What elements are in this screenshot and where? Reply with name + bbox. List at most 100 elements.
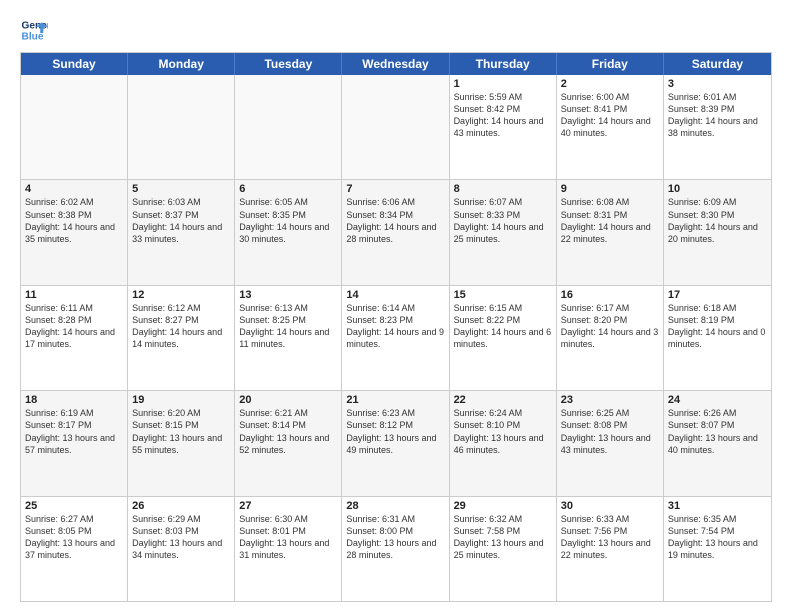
day-number: 27 xyxy=(239,500,337,512)
calendar-cell: 15 Sunrise: 6:15 AMSunset: 8:22 PMDaylig… xyxy=(450,286,557,390)
calendar-week-1: 1 Sunrise: 5:59 AMSunset: 8:42 PMDayligh… xyxy=(21,75,771,180)
cell-info: Sunrise: 6:27 AMSunset: 8:05 PMDaylight:… xyxy=(25,513,123,562)
calendar-cell: 3 Sunrise: 6:01 AMSunset: 8:39 PMDayligh… xyxy=(664,75,771,179)
calendar-cell: 6 Sunrise: 6:05 AMSunset: 8:35 PMDayligh… xyxy=(235,180,342,284)
calendar-cell: 18 Sunrise: 6:19 AMSunset: 8:17 PMDaylig… xyxy=(21,391,128,495)
calendar-cell: 25 Sunrise: 6:27 AMSunset: 8:05 PMDaylig… xyxy=(21,497,128,601)
day-number: 18 xyxy=(25,394,123,406)
calendar-week-3: 11 Sunrise: 6:11 AMSunset: 8:28 PMDaylig… xyxy=(21,286,771,391)
calendar-page: General Blue SundayMondayTuesdayWednesda… xyxy=(0,0,792,612)
header-day-tuesday: Tuesday xyxy=(235,53,342,75)
cell-info: Sunrise: 6:33 AMSunset: 7:56 PMDaylight:… xyxy=(561,513,659,562)
cell-info: Sunrise: 6:35 AMSunset: 7:54 PMDaylight:… xyxy=(668,513,767,562)
cell-info: Sunrise: 6:12 AMSunset: 8:27 PMDaylight:… xyxy=(132,302,230,351)
calendar-week-4: 18 Sunrise: 6:19 AMSunset: 8:17 PMDaylig… xyxy=(21,391,771,496)
day-number: 9 xyxy=(561,183,659,195)
calendar-cell: 30 Sunrise: 6:33 AMSunset: 7:56 PMDaylig… xyxy=(557,497,664,601)
calendar-cell: 16 Sunrise: 6:17 AMSunset: 8:20 PMDaylig… xyxy=(557,286,664,390)
calendar-cell xyxy=(235,75,342,179)
day-number: 15 xyxy=(454,289,552,301)
header: General Blue xyxy=(20,16,772,44)
calendar-cell: 7 Sunrise: 6:06 AMSunset: 8:34 PMDayligh… xyxy=(342,180,449,284)
day-number: 2 xyxy=(561,78,659,90)
calendar-cell: 10 Sunrise: 6:09 AMSunset: 8:30 PMDaylig… xyxy=(664,180,771,284)
day-number: 21 xyxy=(346,394,444,406)
cell-info: Sunrise: 6:17 AMSunset: 8:20 PMDaylight:… xyxy=(561,302,659,351)
calendar: SundayMondayTuesdayWednesdayThursdayFrid… xyxy=(20,52,772,602)
calendar-cell: 13 Sunrise: 6:13 AMSunset: 8:25 PMDaylig… xyxy=(235,286,342,390)
cell-info: Sunrise: 6:06 AMSunset: 8:34 PMDaylight:… xyxy=(346,196,444,245)
cell-info: Sunrise: 6:13 AMSunset: 8:25 PMDaylight:… xyxy=(239,302,337,351)
cell-info: Sunrise: 6:02 AMSunset: 8:38 PMDaylight:… xyxy=(25,196,123,245)
day-number: 7 xyxy=(346,183,444,195)
day-number: 26 xyxy=(132,500,230,512)
day-number: 1 xyxy=(454,78,552,90)
cell-info: Sunrise: 6:11 AMSunset: 8:28 PMDaylight:… xyxy=(25,302,123,351)
calendar-cell: 14 Sunrise: 6:14 AMSunset: 8:23 PMDaylig… xyxy=(342,286,449,390)
cell-info: Sunrise: 6:03 AMSunset: 8:37 PMDaylight:… xyxy=(132,196,230,245)
calendar-cell: 21 Sunrise: 6:23 AMSunset: 8:12 PMDaylig… xyxy=(342,391,449,495)
calendar-cell: 2 Sunrise: 6:00 AMSunset: 8:41 PMDayligh… xyxy=(557,75,664,179)
cell-info: Sunrise: 6:32 AMSunset: 7:58 PMDaylight:… xyxy=(454,513,552,562)
cell-info: Sunrise: 6:29 AMSunset: 8:03 PMDaylight:… xyxy=(132,513,230,562)
day-number: 31 xyxy=(668,500,767,512)
calendar-cell: 11 Sunrise: 6:11 AMSunset: 8:28 PMDaylig… xyxy=(21,286,128,390)
cell-info: Sunrise: 6:20 AMSunset: 8:15 PMDaylight:… xyxy=(132,407,230,456)
calendar-cell xyxy=(128,75,235,179)
calendar-cell: 19 Sunrise: 6:20 AMSunset: 8:15 PMDaylig… xyxy=(128,391,235,495)
calendar-cell xyxy=(21,75,128,179)
calendar-cell: 5 Sunrise: 6:03 AMSunset: 8:37 PMDayligh… xyxy=(128,180,235,284)
calendar-cell: 17 Sunrise: 6:18 AMSunset: 8:19 PMDaylig… xyxy=(664,286,771,390)
day-number: 4 xyxy=(25,183,123,195)
cell-info: Sunrise: 6:05 AMSunset: 8:35 PMDaylight:… xyxy=(239,196,337,245)
day-number: 14 xyxy=(346,289,444,301)
cell-info: Sunrise: 6:08 AMSunset: 8:31 PMDaylight:… xyxy=(561,196,659,245)
cell-info: Sunrise: 6:30 AMSunset: 8:01 PMDaylight:… xyxy=(239,513,337,562)
day-number: 5 xyxy=(132,183,230,195)
logo-icon: General Blue xyxy=(20,16,48,44)
cell-info: Sunrise: 6:19 AMSunset: 8:17 PMDaylight:… xyxy=(25,407,123,456)
day-number: 20 xyxy=(239,394,337,406)
day-number: 6 xyxy=(239,183,337,195)
calendar-cell: 4 Sunrise: 6:02 AMSunset: 8:38 PMDayligh… xyxy=(21,180,128,284)
header-day-wednesday: Wednesday xyxy=(342,53,449,75)
calendar-cell: 29 Sunrise: 6:32 AMSunset: 7:58 PMDaylig… xyxy=(450,497,557,601)
calendar-cell: 24 Sunrise: 6:26 AMSunset: 8:07 PMDaylig… xyxy=(664,391,771,495)
calendar-cell: 22 Sunrise: 6:24 AMSunset: 8:10 PMDaylig… xyxy=(450,391,557,495)
logo: General Blue xyxy=(20,16,48,44)
day-number: 16 xyxy=(561,289,659,301)
calendar-cell: 12 Sunrise: 6:12 AMSunset: 8:27 PMDaylig… xyxy=(128,286,235,390)
cell-info: Sunrise: 6:01 AMSunset: 8:39 PMDaylight:… xyxy=(668,91,767,140)
day-number: 3 xyxy=(668,78,767,90)
cell-info: Sunrise: 6:00 AMSunset: 8:41 PMDaylight:… xyxy=(561,91,659,140)
calendar-cell: 23 Sunrise: 6:25 AMSunset: 8:08 PMDaylig… xyxy=(557,391,664,495)
calendar-week-5: 25 Sunrise: 6:27 AMSunset: 8:05 PMDaylig… xyxy=(21,497,771,601)
day-number: 17 xyxy=(668,289,767,301)
day-number: 28 xyxy=(346,500,444,512)
cell-info: Sunrise: 6:31 AMSunset: 8:00 PMDaylight:… xyxy=(346,513,444,562)
cell-info: Sunrise: 6:26 AMSunset: 8:07 PMDaylight:… xyxy=(668,407,767,456)
day-number: 23 xyxy=(561,394,659,406)
header-day-friday: Friday xyxy=(557,53,664,75)
header-day-monday: Monday xyxy=(128,53,235,75)
day-number: 30 xyxy=(561,500,659,512)
day-number: 25 xyxy=(25,500,123,512)
cell-info: Sunrise: 6:07 AMSunset: 8:33 PMDaylight:… xyxy=(454,196,552,245)
calendar-cell: 31 Sunrise: 6:35 AMSunset: 7:54 PMDaylig… xyxy=(664,497,771,601)
day-number: 29 xyxy=(454,500,552,512)
day-number: 24 xyxy=(668,394,767,406)
header-day-sunday: Sunday xyxy=(21,53,128,75)
day-number: 11 xyxy=(25,289,123,301)
cell-info: Sunrise: 6:24 AMSunset: 8:10 PMDaylight:… xyxy=(454,407,552,456)
header-day-saturday: Saturday xyxy=(664,53,771,75)
calendar-cell: 26 Sunrise: 6:29 AMSunset: 8:03 PMDaylig… xyxy=(128,497,235,601)
cell-info: Sunrise: 6:14 AMSunset: 8:23 PMDaylight:… xyxy=(346,302,444,351)
calendar-cell: 27 Sunrise: 6:30 AMSunset: 8:01 PMDaylig… xyxy=(235,497,342,601)
cell-info: Sunrise: 5:59 AMSunset: 8:42 PMDaylight:… xyxy=(454,91,552,140)
cell-info: Sunrise: 6:25 AMSunset: 8:08 PMDaylight:… xyxy=(561,407,659,456)
day-number: 13 xyxy=(239,289,337,301)
day-number: 10 xyxy=(668,183,767,195)
calendar-body: 1 Sunrise: 5:59 AMSunset: 8:42 PMDayligh… xyxy=(21,75,771,601)
day-number: 12 xyxy=(132,289,230,301)
cell-info: Sunrise: 6:23 AMSunset: 8:12 PMDaylight:… xyxy=(346,407,444,456)
